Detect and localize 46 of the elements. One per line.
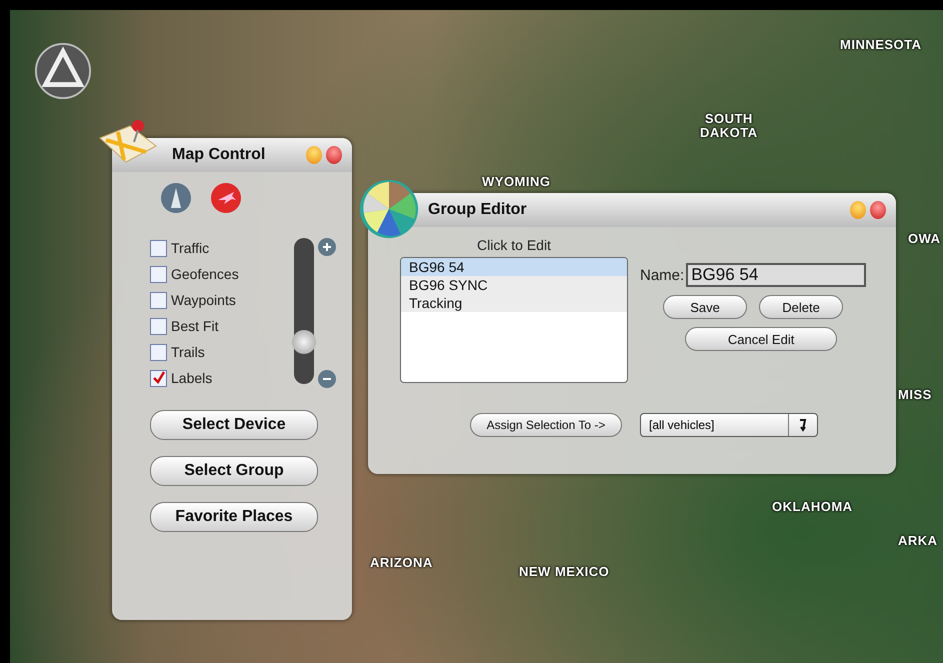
map-label: NEW MEXICO [519, 565, 610, 579]
plus-icon [323, 243, 331, 251]
close-button[interactable] [870, 201, 886, 219]
satellite-map[interactable] [10, 10, 943, 663]
airplane-icon[interactable] [210, 182, 242, 214]
map-label: SOUTH DAKOTA [700, 112, 758, 140]
window-title: Map Control [172, 146, 266, 164]
map-label: WYOMING [482, 175, 550, 189]
map-label: OWA [908, 232, 941, 246]
panel-button[interactable]: Select Group [150, 456, 318, 486]
name-field[interactable]: BG96 54 [686, 263, 866, 287]
minus-icon [323, 378, 331, 380]
map-label: MINNESOTA [840, 38, 922, 52]
map-label: ARKA [898, 534, 938, 548]
road-view-icon[interactable] [160, 182, 192, 214]
panel-button[interactable]: Favorite Places [150, 502, 318, 532]
layer-checkbox[interactable]: Waypoints [150, 290, 239, 310]
window-title: Group Editor [428, 201, 528, 219]
layer-checkbox[interactable]: Labels [150, 368, 239, 388]
group-list-item[interactable]: BG96 54 [401, 258, 627, 276]
dropdown-arrow-icon [797, 417, 809, 433]
close-button[interactable] [326, 146, 342, 164]
map-label: MISS [898, 388, 932, 402]
layer-checkbox[interactable]: Trails [150, 342, 239, 362]
vehicle-dropdown[interactable]: [all vehicles] [640, 413, 818, 437]
map-label: ARIZONA [370, 556, 433, 570]
delete-button[interactable]: Delete [759, 295, 844, 319]
pie-wheel-icon [358, 178, 420, 240]
map-label: OKLAHOMA [772, 500, 853, 514]
assign-selection-button[interactable]: Assign Selection To -> [470, 413, 622, 437]
group-list-item[interactable]: Tracking [401, 294, 627, 312]
layer-checkbox[interactable]: Geofences [150, 264, 239, 284]
save-button[interactable]: Save [663, 295, 748, 319]
compass-icon[interactable] [34, 42, 92, 100]
checkmark-icon [152, 371, 166, 385]
cancel-edit-button[interactable]: Cancel Edit [685, 327, 838, 351]
slider-thumb[interactable] [292, 330, 316, 354]
zoom-in-button[interactable] [318, 238, 336, 256]
layer-checkbox[interactable]: Traffic [150, 238, 239, 258]
group-list-item[interactable]: BG96 SYNC [401, 276, 627, 294]
panel-button[interactable]: Select Device [150, 410, 318, 440]
name-label: Name: [640, 266, 684, 284]
layer-checkbox[interactable]: Best Fit [150, 316, 239, 336]
zoom-slider[interactable] [294, 238, 314, 384]
list-heading: Click to Edit [477, 237, 551, 253]
zoom-out-button[interactable] [318, 370, 336, 388]
